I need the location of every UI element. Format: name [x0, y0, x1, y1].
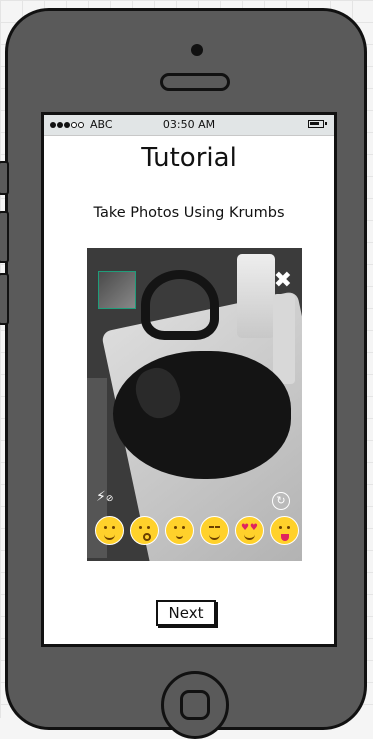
- smiling-face-emoji-icon[interactable]: [95, 516, 124, 545]
- bottle: [237, 254, 275, 338]
- kissing-face-emoji-icon[interactable]: [130, 516, 159, 545]
- bottle-small: [273, 294, 295, 384]
- headphones: [141, 270, 219, 340]
- speaker-grille: [160, 73, 230, 91]
- emoji-reaction-bar: ♥ ♥: [95, 516, 300, 548]
- next-button[interactable]: Next: [156, 600, 216, 626]
- switch-camera-icon[interactable]: ↻: [272, 492, 290, 510]
- camera-preview-image[interactable]: ✖ ⚡︎⊘ ↻ ♥ ♥: [87, 248, 302, 561]
- mute-switch: [0, 161, 9, 195]
- page-title: Tutorial: [141, 143, 237, 173]
- heart-eyes-face-emoji-icon[interactable]: ♥ ♥: [235, 516, 264, 545]
- gallery-thumbnail[interactable]: [98, 271, 136, 309]
- neutral-face-emoji-icon[interactable]: [165, 516, 194, 545]
- close-x-icon[interactable]: ✖: [274, 270, 292, 292]
- page-subtitle: Take Photos Using Krumbs: [93, 205, 285, 221]
- flash-off-icon[interactable]: ⚡︎⊘: [96, 489, 113, 505]
- tongue-face-emoji-icon[interactable]: [270, 516, 299, 545]
- battery-icon: [308, 120, 327, 128]
- home-button[interactable]: [161, 671, 229, 739]
- home-square-icon: [180, 690, 210, 720]
- status-time: 03:50 AM: [162, 118, 216, 131]
- status-bar: ABC 03:50 AM: [44, 115, 334, 136]
- phone-screen: ABC 03:50 AM Tutorial Take Photos Using …: [41, 112, 337, 647]
- volume-down-button: [0, 273, 9, 325]
- relieved-face-emoji-icon[interactable]: [200, 516, 229, 545]
- volume-up-button: [0, 211, 9, 263]
- front-camera-icon: [191, 44, 203, 56]
- mousepad: [113, 351, 291, 479]
